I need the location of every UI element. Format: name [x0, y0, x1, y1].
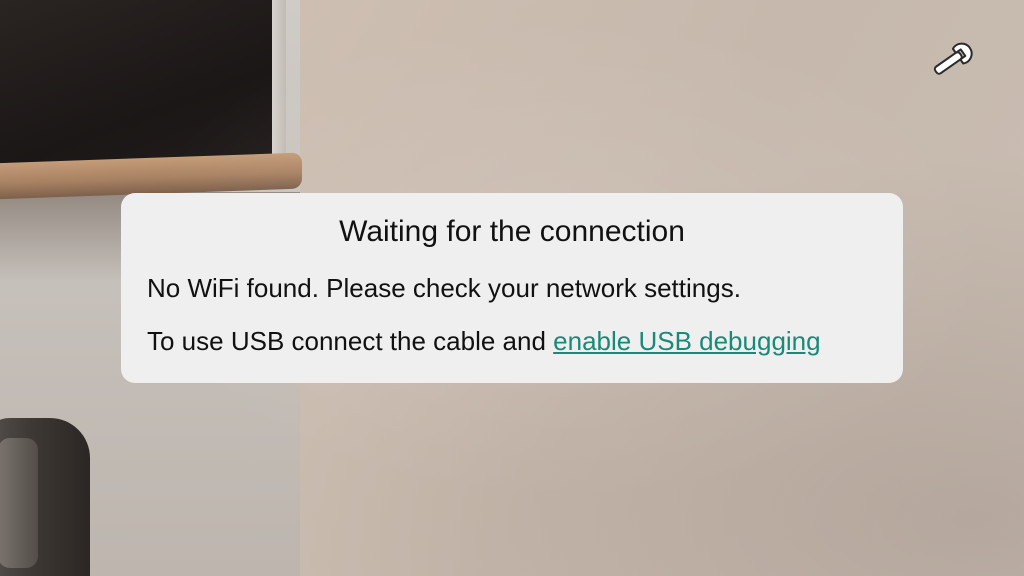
dialog-title: Waiting for the connection: [339, 215, 685, 248]
usb-message-line: To use USB connect the cable and enable …: [147, 326, 877, 356]
usb-message: To use USB connect the cable and: [147, 326, 554, 356]
connection-dialog: Waiting for the connection No WiFi found…: [121, 193, 903, 383]
wrench-icon[interactable]: [930, 40, 978, 78]
wifi-message: No WiFi found. Please check your network…: [147, 273, 741, 303]
enable-usb-debugging-link[interactable]: enable USB debugging: [553, 326, 820, 356]
camera-preview: Waiting for the connection No WiFi found…: [0, 0, 1024, 576]
